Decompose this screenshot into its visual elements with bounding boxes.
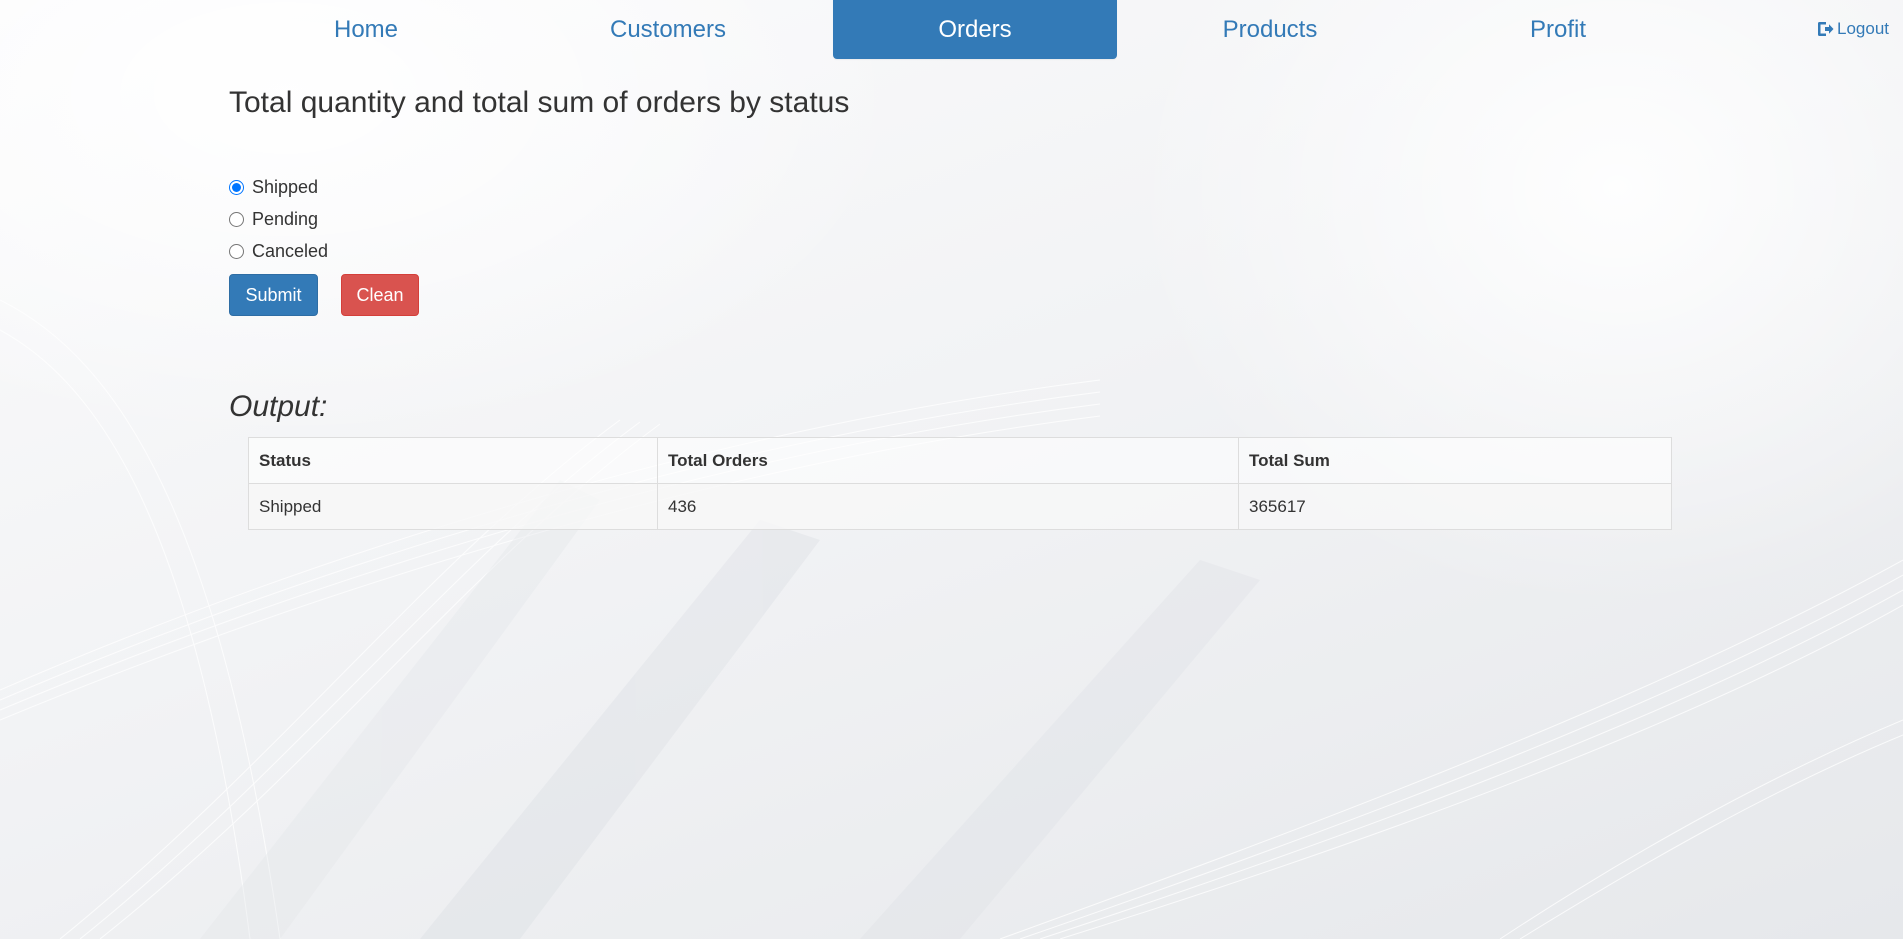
submit-button[interactable]: Submit [229, 274, 318, 316]
logout-link[interactable]: Logout [1817, 19, 1889, 39]
status-radio-shipped[interactable] [229, 179, 244, 195]
status-radio-canceled[interactable] [229, 243, 244, 259]
cell-total-sum: 365617 [1238, 483, 1672, 530]
table-row: Shipped 436 365617 [248, 483, 1672, 530]
status-radio-pending[interactable] [229, 211, 244, 227]
tab-customers[interactable]: Customers [556, 0, 780, 59]
top-navigation: Home Customers Orders Products Profit Lo… [0, 0, 1903, 60]
tab-products[interactable]: Products [1160, 0, 1380, 59]
status-option-shipped[interactable]: Shipped [229, 171, 328, 203]
form-actions: Submit Clean [229, 274, 419, 316]
tab-orders[interactable]: Orders [833, 0, 1117, 59]
column-header-status: Status [248, 437, 658, 484]
column-header-total-sum: Total Sum [1238, 437, 1672, 484]
clean-button[interactable]: Clean [341, 274, 419, 316]
status-option-label: Shipped [252, 176, 319, 197]
status-option-pending[interactable]: Pending [229, 203, 328, 235]
status-option-canceled[interactable]: Canceled [229, 235, 328, 267]
page-title: Total quantity and total sum of orders b… [229, 86, 850, 119]
status-option-label: Canceled [252, 240, 329, 261]
status-option-label: Pending [252, 208, 319, 229]
logout-icon [1817, 21, 1834, 37]
cell-status: Shipped [248, 483, 658, 530]
output-heading: Output: [229, 390, 328, 423]
tab-profit[interactable]: Profit [1448, 0, 1668, 59]
column-header-total-orders: Total Orders [657, 437, 1239, 484]
logout-label: Logout [1837, 19, 1889, 38]
tab-home[interactable]: Home [256, 0, 476, 59]
cell-total-orders: 436 [657, 483, 1239, 530]
table-header-row: Status Total Orders Total Sum [248, 437, 1672, 484]
status-radio-group: Shipped Pending Canceled [229, 171, 328, 267]
output-table: Status Total Orders Total Sum Shipped 43… [248, 437, 1672, 530]
